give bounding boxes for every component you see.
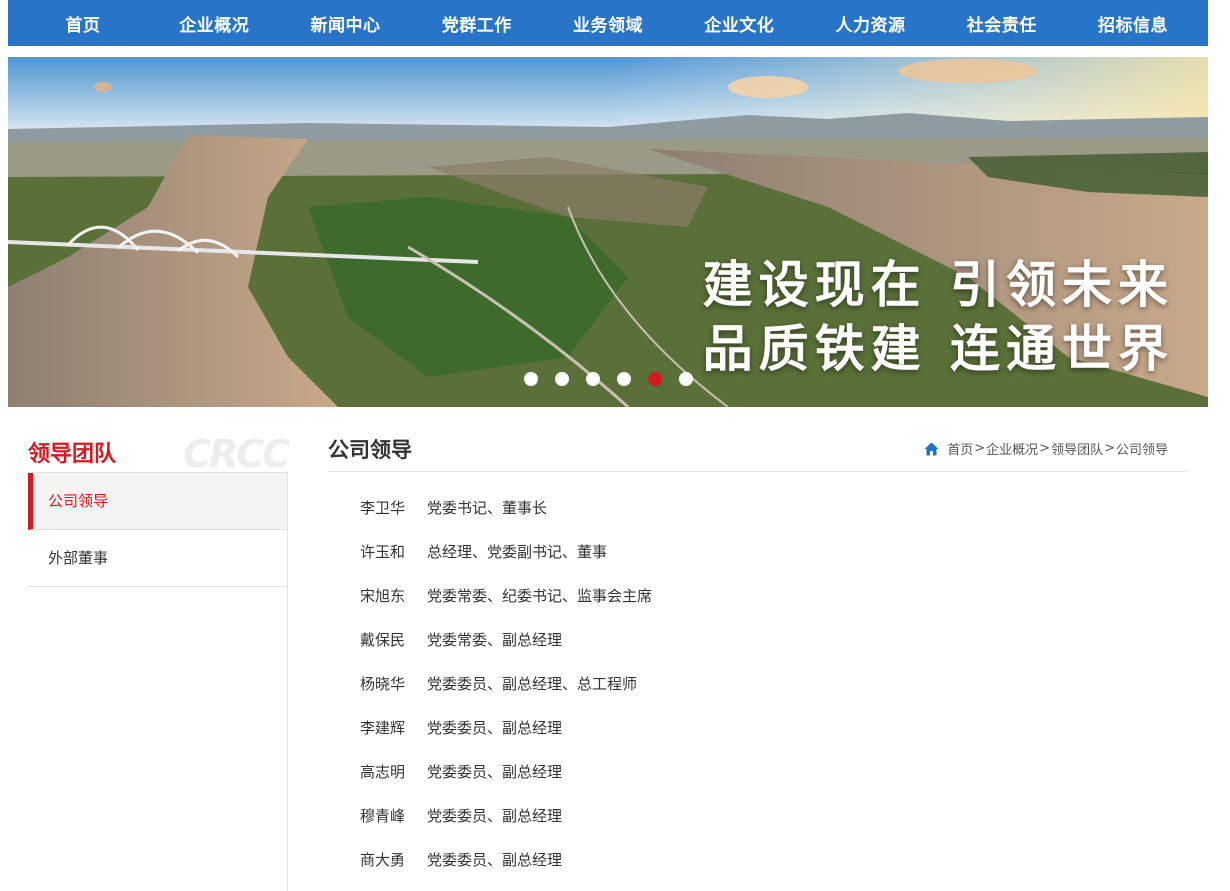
sidebar-title: 领导团队 bbox=[28, 442, 117, 467]
sidebar-header: 领导团队 CRCC bbox=[28, 430, 290, 476]
leader-name: 穆青峰 bbox=[360, 806, 406, 825]
leader-name: 许玉和 bbox=[360, 542, 406, 561]
sidebar-item-company-leaders[interactable]: 公司领导 bbox=[28, 473, 288, 530]
breadcrumb: 首页 > 企业概况 > 领导团队 > 公司领导 bbox=[924, 439, 1168, 458]
leader-title: 党委委员、副总经理 bbox=[427, 850, 563, 869]
leader-title: 总经理、党委副书记、董事 bbox=[427, 542, 608, 561]
breadcrumb-separator: > bbox=[1039, 441, 1051, 456]
nav-item-home[interactable]: 首页 bbox=[28, 11, 138, 36]
breadcrumb-separator: > bbox=[1104, 441, 1115, 456]
leader-name: 宋旭东 bbox=[360, 586, 406, 605]
banner-slogan-line2: 品质铁建 连通世界 bbox=[702, 320, 1174, 378]
leader-title: 党委常委、副总经理 bbox=[427, 630, 563, 649]
nav-item-social-responsibility[interactable]: 社会责任 bbox=[947, 11, 1057, 36]
sidebar: 领导团队 CRCC 公司领导 外部董事 bbox=[28, 430, 290, 587]
nav-item-news-center[interactable]: 新闻中心 bbox=[291, 11, 401, 36]
sidebar-item-external-directors[interactable]: 外部董事 bbox=[28, 530, 288, 587]
top-nav: 首页 企业概况 新闻中心 党群工作 业务领域 企业文化 人力资源 社会责任 招标… bbox=[8, 0, 1208, 46]
list-item[interactable]: 杨晓华 党委委员、副总经理、总工程师 bbox=[360, 661, 652, 705]
leader-title: 党委委员、副总经理、总工程师 bbox=[427, 674, 638, 693]
leader-name: 李建辉 bbox=[360, 718, 406, 737]
carousel-dots bbox=[524, 372, 693, 386]
leader-title: 党委委员、副总经理 bbox=[427, 806, 563, 825]
nav-item-tender-info[interactable]: 招标信息 bbox=[1078, 11, 1188, 36]
breadcrumb-separator: > bbox=[974, 441, 986, 456]
carousel-dot[interactable] bbox=[524, 372, 538, 386]
breadcrumb-company-overview[interactable]: 企业概况 bbox=[986, 439, 1038, 458]
breadcrumb-company-leaders[interactable]: 公司领导 bbox=[1116, 439, 1168, 458]
leader-name: 杨晓华 bbox=[360, 674, 406, 693]
home-icon[interactable] bbox=[924, 442, 939, 456]
leader-name: 李卫华 bbox=[360, 498, 406, 517]
leader-title: 党委常委、纪委书记、监事会主席 bbox=[427, 586, 653, 605]
page-title: 公司领导 bbox=[328, 438, 412, 462]
breadcrumb-home[interactable]: 首页 bbox=[947, 439, 973, 458]
list-item[interactable]: 许玉和 总经理、党委副书记、董事 bbox=[360, 529, 652, 573]
hero-banner[interactable]: 建设现在 引领未来 品质铁建 连通世界 bbox=[8, 57, 1208, 407]
column-divider bbox=[287, 472, 288, 891]
list-item[interactable]: 戴保民 党委常委、副总经理 bbox=[360, 617, 652, 661]
nav-item-corporate-culture[interactable]: 企业文化 bbox=[684, 11, 794, 36]
carousel-dot[interactable] bbox=[555, 372, 569, 386]
nav-item-human-resources[interactable]: 人力资源 bbox=[816, 11, 926, 36]
carousel-dot[interactable] bbox=[648, 372, 662, 386]
crcc-watermark-logo: CRCC bbox=[183, 432, 290, 476]
banner-slogan-line1: 建设现在 引领未来 bbox=[702, 256, 1174, 314]
nav-item-company-overview[interactable]: 企业概况 bbox=[159, 11, 269, 36]
list-item[interactable]: 商大勇 党委委员、副总经理 bbox=[360, 837, 652, 881]
list-item[interactable]: 穆青峰 党委委员、副总经理 bbox=[360, 793, 652, 837]
carousel-dot[interactable] bbox=[679, 372, 693, 386]
leader-name: 高志明 bbox=[360, 762, 406, 781]
leader-title: 党委委员、副总经理 bbox=[427, 718, 563, 737]
main-content: 公司领导 首页 > 企业概况 > 领导团队 > 公司领导 李卫华 党委书记、董事长… bbox=[328, 430, 1188, 869]
content-header: 公司领导 首页 > 企业概况 > 领导团队 > 公司领导 bbox=[328, 430, 1188, 472]
list-item[interactable]: 高志明 党委委员、副总经理 bbox=[360, 749, 652, 793]
leader-list: 李卫华 党委书记、董事长许玉和 总经理、党委副书记、董事宋旭东 党委常委、纪委书记、监… bbox=[360, 485, 652, 881]
carousel-dot[interactable] bbox=[586, 372, 600, 386]
nav-item-business-areas[interactable]: 业务领域 bbox=[553, 11, 663, 36]
list-item[interactable]: 李卫华 党委书记、董事长 bbox=[360, 485, 652, 529]
nav-item-party-work[interactable]: 党群工作 bbox=[422, 11, 532, 36]
list-item[interactable]: 宋旭东 党委常委、纪委书记、监事会主席 bbox=[360, 573, 652, 617]
leader-name: 商大勇 bbox=[360, 850, 406, 869]
leader-title: 党委书记、董事长 bbox=[427, 498, 548, 517]
leader-name: 戴保民 bbox=[360, 630, 406, 649]
breadcrumb-leadership-team[interactable]: 领导团队 bbox=[1051, 439, 1103, 458]
list-item[interactable]: 李建辉 党委委员、副总经理 bbox=[360, 705, 652, 749]
leader-title: 党委委员、副总经理 bbox=[427, 762, 563, 781]
carousel-dot[interactable] bbox=[617, 372, 631, 386]
